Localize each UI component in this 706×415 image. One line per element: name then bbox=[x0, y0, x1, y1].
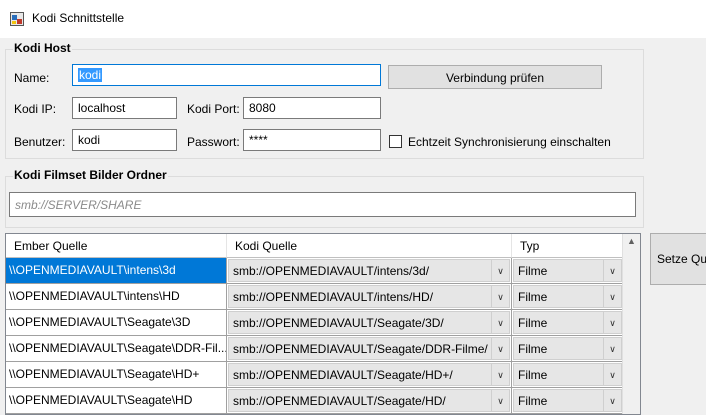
row-ember-source[interactable]: \\OPENMEDIAVAULT\Seagate\HD+ bbox=[6, 362, 227, 388]
scroll-up-arrow-icon[interactable]: ▲ bbox=[623, 236, 640, 246]
row-type-dropdown[interactable]: Filme ∨ bbox=[512, 362, 624, 388]
kodi-port-field[interactable]: 8080 bbox=[243, 97, 381, 119]
column-header-ember-source[interactable]: Ember Quelle bbox=[6, 234, 227, 258]
row-type-dropdown[interactable]: Filme ∨ bbox=[512, 310, 624, 336]
name-field-value: kodi bbox=[78, 68, 103, 82]
row-type-dropdown[interactable]: Filme ∨ bbox=[512, 258, 624, 284]
app-window-icon bbox=[10, 12, 24, 26]
chevron-down-icon[interactable]: ∨ bbox=[603, 364, 621, 385]
chevron-down-icon[interactable]: ∨ bbox=[603, 286, 621, 307]
column-header-kodi-source[interactable]: Kodi Quelle bbox=[227, 234, 512, 258]
row-kodi-source-dropdown[interactable]: smb://OPENMEDIAVAULT/intens/HD/ ∨ bbox=[227, 284, 512, 310]
realtime-sync-label: Echtzeit Synchronisierung einschalten bbox=[408, 135, 611, 149]
name-field[interactable]: kodi bbox=[72, 64, 381, 86]
row-kodi-source-dropdown[interactable]: smb://OPENMEDIAVAULT/Seagate/3D/ ∨ bbox=[227, 310, 512, 336]
row-kodi-source-dropdown-value: smb://OPENMEDIAVAULT/Seagate/HD/ bbox=[233, 394, 446, 408]
password-field[interactable]: **** bbox=[243, 129, 381, 151]
row-kodi-source-dropdown-value: smb://OPENMEDIAVAULT/Seagate/DDR-Filme/ bbox=[233, 342, 488, 356]
kodi-ip-field[interactable]: localhost bbox=[72, 97, 177, 119]
row-type-dropdown-value: Filme bbox=[518, 342, 548, 356]
row-kodi-source-dropdown-value: smb://OPENMEDIAVAULT/Seagate/HD+/ bbox=[233, 368, 453, 382]
user-label: Benutzer: bbox=[14, 135, 66, 149]
chevron-down-icon[interactable]: ∨ bbox=[491, 364, 509, 385]
row-kodi-source-dropdown[interactable]: smb://OPENMEDIAVAULT/Seagate/DDR-Filme/∨ bbox=[227, 336, 512, 362]
chevron-down-icon[interactable]: ∨ bbox=[603, 390, 621, 411]
chevron-down-icon[interactable]: ∨ bbox=[603, 260, 621, 281]
row-ember-source[interactable]: \\OPENMEDIAVAULT\intens\HD bbox=[6, 284, 227, 310]
chevron-down-icon[interactable]: ∨ bbox=[603, 338, 621, 359]
name-label: Name: bbox=[14, 71, 50, 85]
test-connection-button[interactable]: Verbindung prüfen bbox=[388, 65, 602, 89]
grid-vertical-scrollbar[interactable]: ▲ bbox=[622, 234, 640, 414]
row-kodi-source-dropdown-value: smb://OPENMEDIAVAULT/Seagate/3D/ bbox=[233, 316, 444, 330]
row-ember-source[interactable]: \\OPENMEDIAVAULT\Seagate\DDR-Fil... bbox=[6, 336, 227, 362]
row-kodi-source-dropdown[interactable]: smb://OPENMEDIAVAULT/Seagate/HD+/ ∨ bbox=[227, 362, 512, 388]
row-type-dropdown-value: Filme bbox=[518, 264, 548, 278]
kodi-host-group-title: Kodi Host bbox=[13, 41, 72, 55]
column-header-type[interactable]: Typ bbox=[512, 234, 624, 258]
chevron-down-icon[interactable]: ∨ bbox=[603, 312, 621, 333]
kodi-port-label: Kodi Port: bbox=[187, 102, 240, 116]
chevron-down-icon[interactable]: ∨ bbox=[491, 286, 509, 307]
movieset-path-placeholder: smb://SERVER/SHARE bbox=[15, 198, 142, 212]
row-ember-source[interactable]: \\OPENMEDIAVAULT\Seagate\3D bbox=[6, 310, 227, 336]
user-field[interactable]: kodi bbox=[72, 129, 177, 151]
row-type-dropdown-value: Filme bbox=[518, 290, 548, 304]
chevron-down-icon[interactable]: ∨ bbox=[491, 260, 509, 281]
password-label: Passwort: bbox=[187, 135, 240, 149]
row-ember-source[interactable]: \\OPENMEDIAVAULT\Seagate\HD bbox=[6, 388, 227, 414]
row-type-dropdown[interactable]: Filme ∨ bbox=[512, 388, 624, 414]
realtime-sync-checkbox[interactable] bbox=[389, 135, 402, 148]
row-kodi-source-dropdown[interactable]: smb://OPENMEDIAVAULT/Seagate/HD/ ∨ bbox=[227, 388, 512, 414]
title-bar: Kodi Schnittstelle bbox=[0, 0, 706, 38]
window-title: Kodi Schnittstelle bbox=[32, 11, 125, 25]
row-type-dropdown[interactable]: Filme ∨ bbox=[512, 336, 624, 362]
kodi-ip-label: Kodi IP: bbox=[14, 102, 57, 116]
row-type-dropdown-value: Filme bbox=[518, 394, 548, 408]
movieset-folder-group-title: Kodi Filmset Bilder Ordner bbox=[13, 168, 168, 182]
chevron-down-icon[interactable]: ∨ bbox=[491, 390, 509, 411]
sources-grid: Ember Quelle Kodi Quelle Typ \\OPENMEDIA… bbox=[5, 233, 641, 415]
row-type-dropdown[interactable]: Filme ∨ bbox=[512, 284, 624, 310]
movieset-path-input[interactable]: smb://SERVER/SHARE bbox=[9, 192, 636, 217]
chevron-down-icon[interactable]: ∨ bbox=[491, 338, 509, 359]
row-type-dropdown-value: Filme bbox=[518, 316, 548, 330]
row-ember-source[interactable]: \\OPENMEDIAVAULT\intens\3d bbox=[6, 258, 227, 284]
row-type-dropdown-value: Filme bbox=[518, 368, 548, 382]
set-source-button[interactable]: Setze Qu bbox=[650, 233, 706, 285]
chevron-down-icon[interactable]: ∨ bbox=[491, 312, 509, 333]
row-kodi-source-dropdown-value: smb://OPENMEDIAVAULT/intens/HD/ bbox=[233, 290, 434, 304]
row-kodi-source-dropdown[interactable]: smb://OPENMEDIAVAULT/intens/3d/ ∨ bbox=[227, 258, 512, 284]
row-kodi-source-dropdown-value: smb://OPENMEDIAVAULT/intens/3d/ bbox=[233, 264, 430, 278]
